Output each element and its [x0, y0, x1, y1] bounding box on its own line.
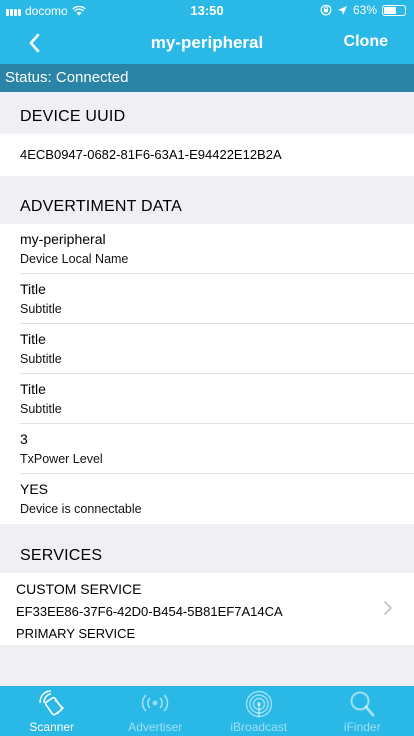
- status-bar: docomo 13:50 63%: [0, 0, 414, 22]
- adv-subtitle: Subtitle: [20, 302, 62, 316]
- chevron-right-icon: [384, 601, 392, 615]
- adv-title: Title: [20, 331, 46, 347]
- orientation-lock-icon: [320, 4, 332, 16]
- clone-button[interactable]: Clone: [344, 33, 388, 51]
- battery-percent: 63%: [352, 3, 377, 17]
- adv-subtitle: Device is connectable: [20, 502, 142, 516]
- tab-label: iBroadcast: [230, 720, 288, 734]
- ibroadcast-icon: [245, 690, 272, 718]
- tab-label: Scanner: [29, 720, 75, 734]
- top-bar: docomo 13:50 63% my-peripheral Clone: [0, 0, 414, 64]
- tab-scanner[interactable]: Scanner: [0, 686, 104, 736]
- adv-title: YES: [20, 481, 49, 497]
- adv-title: 3: [20, 431, 28, 447]
- service-row[interactable]: CUSTOM SERVICE EF33EE86-37F6-42D0-B454-5…: [0, 573, 414, 645]
- nav-bar: my-peripheral Clone: [0, 22, 414, 64]
- service-name: CUSTOM SERVICE: [16, 581, 142, 597]
- status-right-group: 63%: [320, 3, 406, 17]
- advertisement-list: my-peripheral Device Local Name Title Su…: [0, 224, 414, 524]
- tab-label: Advertiser: [128, 720, 183, 734]
- services-list: CUSTOM SERVICE EF33EE86-37F6-42D0-B454-5…: [0, 573, 414, 645]
- list-item: Title Subtitle: [0, 374, 414, 424]
- tab-label: iFinder: [343, 720, 381, 734]
- adv-title: my-peripheral: [20, 231, 106, 247]
- tab-advertiser[interactable]: Advertiser: [104, 686, 208, 736]
- ifinder-icon: [350, 691, 375, 717]
- adv-title: Title: [20, 281, 46, 297]
- connection-status: Status: Connected: [0, 64, 414, 92]
- list-item: YES Device is connectable: [0, 474, 414, 524]
- list-item: my-peripheral Device Local Name: [0, 224, 414, 274]
- tab-ifinder[interactable]: iFinder: [311, 686, 414, 736]
- scanner-icon: [39, 690, 64, 716]
- location-icon: [337, 5, 347, 15]
- advertiser-icon: [142, 694, 169, 712]
- list-item: Title Subtitle: [0, 274, 414, 324]
- list-item: Title Subtitle: [0, 324, 414, 374]
- advertisement-header: ADVERTIMENT DATA: [20, 198, 183, 215]
- services-header: SERVICES: [20, 547, 103, 564]
- adv-subtitle: Subtitle: [20, 352, 62, 366]
- device-uuid-header: DEVICE UUID: [20, 108, 126, 125]
- adv-subtitle: TxPower Level: [20, 452, 103, 466]
- device-uuid-card: 4ECB0947-0682-81F6-63A1-E94422E12B2A: [0, 134, 414, 176]
- service-uuid: EF33EE86-37F6-42D0-B454-5B81EF7A14CA: [16, 604, 283, 619]
- adv-title: Title: [20, 381, 46, 397]
- battery-icon: [382, 4, 406, 16]
- device-uuid-value: 4ECB0947-0682-81F6-63A1-E94422E12B2A: [20, 147, 282, 162]
- list-item: 3 TxPower Level: [0, 424, 414, 474]
- service-type: PRIMARY SERVICE: [16, 626, 136, 641]
- adv-subtitle: Device Local Name: [20, 252, 129, 266]
- adv-subtitle: Subtitle: [20, 402, 62, 416]
- tab-ibroadcast[interactable]: iBroadcast: [207, 686, 311, 736]
- tab-bar: Scanner Advertiser iBroadcast iFinder: [0, 686, 414, 736]
